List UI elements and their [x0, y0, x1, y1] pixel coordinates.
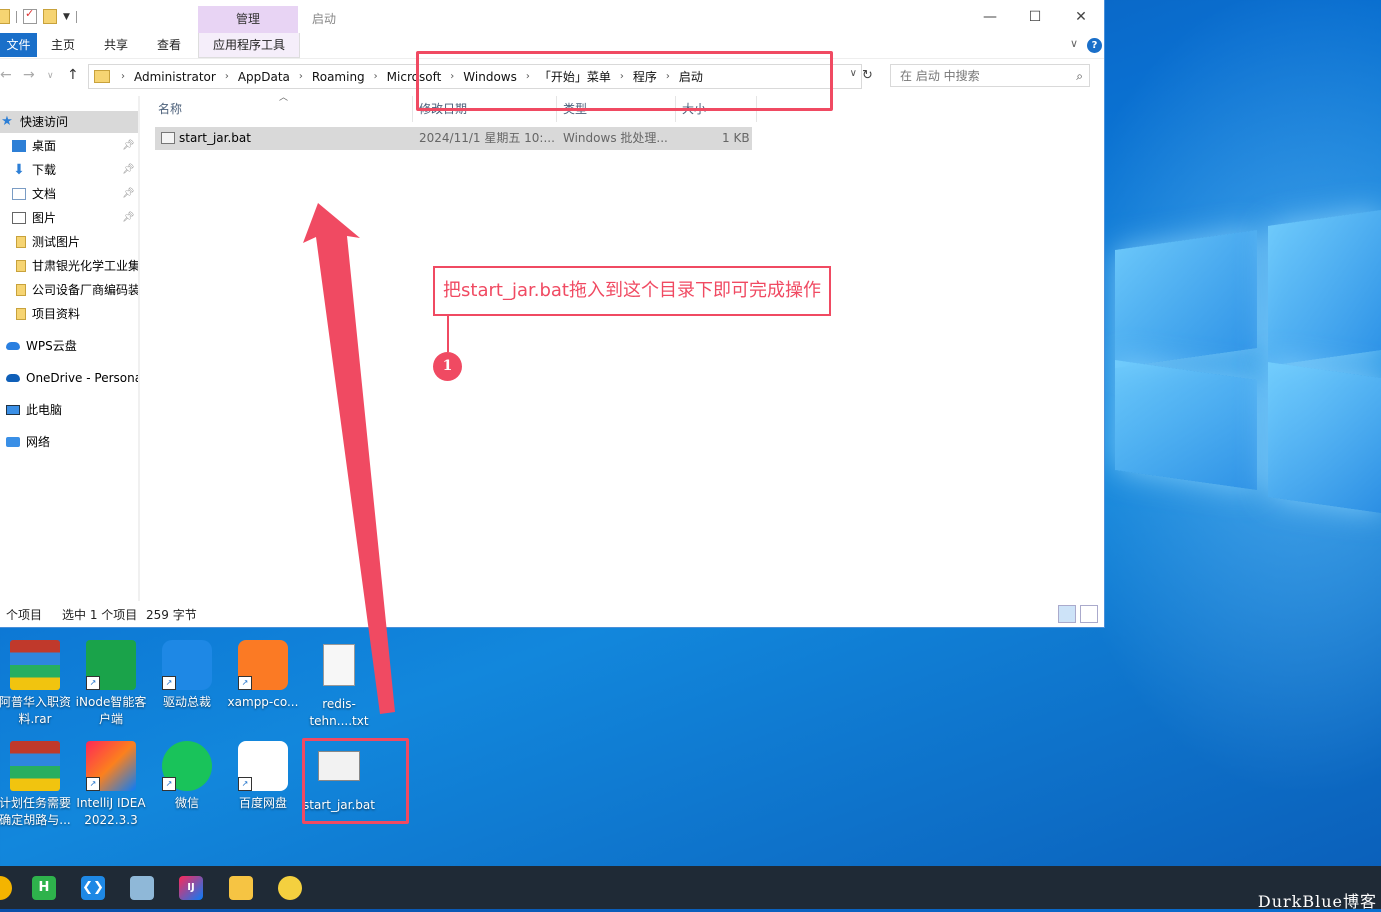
taskbar — [0, 866, 1381, 909]
vscode-icon[interactable]: ❮❯ — [81, 876, 105, 900]
drag-arrow — [303, 203, 395, 714]
callout-leader-line — [447, 316, 449, 352]
pet-icon[interactable] — [278, 876, 302, 900]
notepad-icon[interactable] — [130, 876, 154, 900]
intellij-icon[interactable]: IJ — [179, 876, 203, 900]
annotation-callout: 把start_jar.bat拖入到这个目录下即可完成操作 — [433, 266, 831, 316]
hbuilder-icon[interactable]: H — [32, 876, 56, 900]
explorer-icon[interactable] — [229, 876, 253, 900]
step-badge: 1 — [433, 352, 462, 381]
watermark: DurkBlue博客 — [1257, 892, 1377, 911]
